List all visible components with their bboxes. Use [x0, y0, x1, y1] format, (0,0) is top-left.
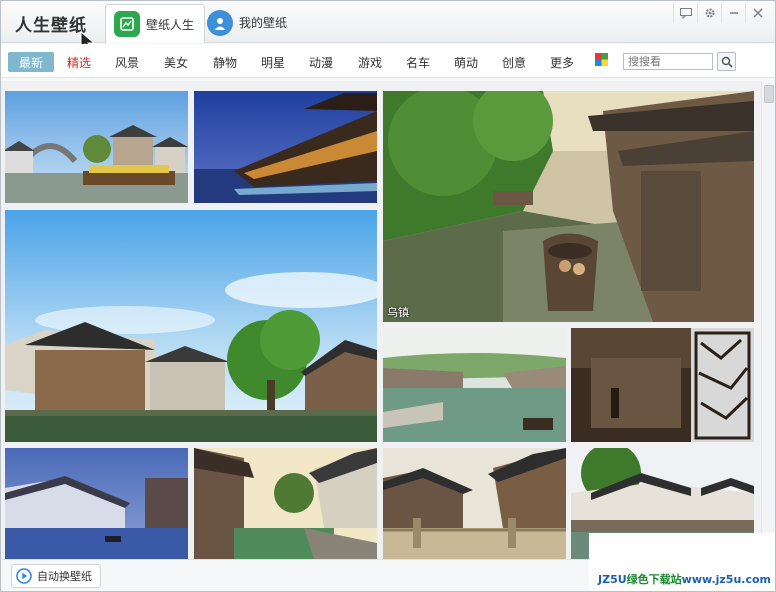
watermark-prefix: JZ5U [598, 573, 627, 586]
auto-switch-label: 自动换壁纸 [37, 570, 92, 583]
wallpaper-thumbnail[interactable] [194, 91, 377, 203]
category-games[interactable]: 游戏 [358, 52, 382, 72]
window-controls [673, 3, 769, 23]
site-watermark: JZ5U绿色下载站www.jz5u.com [598, 571, 771, 587]
minimize-icon[interactable] [721, 3, 745, 23]
title-bar: 人生壁纸 壁纸人生 我的壁纸 [1, 1, 775, 52]
watermark-suffix: www.jz5u.com [681, 573, 771, 586]
category-scenery[interactable]: 风景 [115, 52, 139, 72]
thumbnail-caption: 乌镇 [387, 306, 409, 319]
auto-switch-wallpaper-button[interactable]: 自动换壁纸 [11, 564, 101, 588]
category-cute[interactable]: 萌动 [454, 52, 478, 72]
category-anime[interactable]: 动漫 [309, 52, 333, 72]
category-beauty[interactable]: 美女 [164, 52, 188, 72]
user-avatar-icon [207, 9, 233, 36]
search-icon [721, 56, 733, 68]
wallpaper-thumbnail[interactable] [383, 448, 566, 559]
wallpaper-thumbnail[interactable] [5, 91, 188, 203]
tab-label: 壁纸人生 [146, 17, 195, 32]
settings-icon[interactable] [697, 3, 721, 23]
play-icon [16, 568, 32, 584]
watermark-middle: 绿色下载站 [626, 573, 682, 586]
color-palette-icon[interactable] [595, 53, 608, 66]
category-more[interactable]: 更多 [550, 52, 574, 72]
wallpaper-thumbnail[interactable] [571, 328, 754, 442]
wallpaper-grid: 乌镇 [1, 81, 761, 559]
tab-my-wallpaper[interactable]: 我的壁纸 [199, 4, 297, 41]
wallpaper-thumbnail[interactable] [5, 448, 188, 559]
category-still-life[interactable]: 静物 [213, 52, 237, 72]
search-button[interactable] [717, 52, 736, 71]
close-icon[interactable] [745, 3, 769, 23]
wallpaper-thumbnail[interactable]: 乌镇 [383, 91, 754, 322]
wallpaper-thumbnail[interactable] [194, 448, 377, 559]
wallpaper-app-icon [114, 11, 140, 37]
category-cars[interactable]: 名车 [406, 52, 430, 72]
search-input[interactable] [623, 53, 713, 70]
category-creative[interactable]: 创意 [502, 52, 526, 72]
feedback-icon[interactable] [673, 3, 697, 23]
scrollbar-thumb[interactable] [764, 85, 774, 103]
wallpaper-thumbnail[interactable] [5, 210, 377, 442]
tab-label: 我的壁纸 [239, 16, 288, 30]
tab-wallpaper-life[interactable]: 壁纸人生 [105, 4, 206, 43]
app-title: 人生壁纸 [15, 16, 87, 36]
vertical-scrollbar[interactable] [761, 81, 775, 559]
app-window: 人生壁纸 壁纸人生 我的壁纸 最新 精选 风景 美女 静物 明星 动漫 游戏 名… [0, 0, 776, 592]
category-celebrity[interactable]: 明星 [261, 52, 285, 72]
category-featured[interactable]: 精选 [67, 52, 91, 72]
watermark-area: JZ5U绿色下载站www.jz5u.com [589, 533, 775, 591]
category-latest[interactable]: 最新 [8, 52, 54, 72]
wallpaper-thumbnail[interactable] [383, 328, 566, 442]
